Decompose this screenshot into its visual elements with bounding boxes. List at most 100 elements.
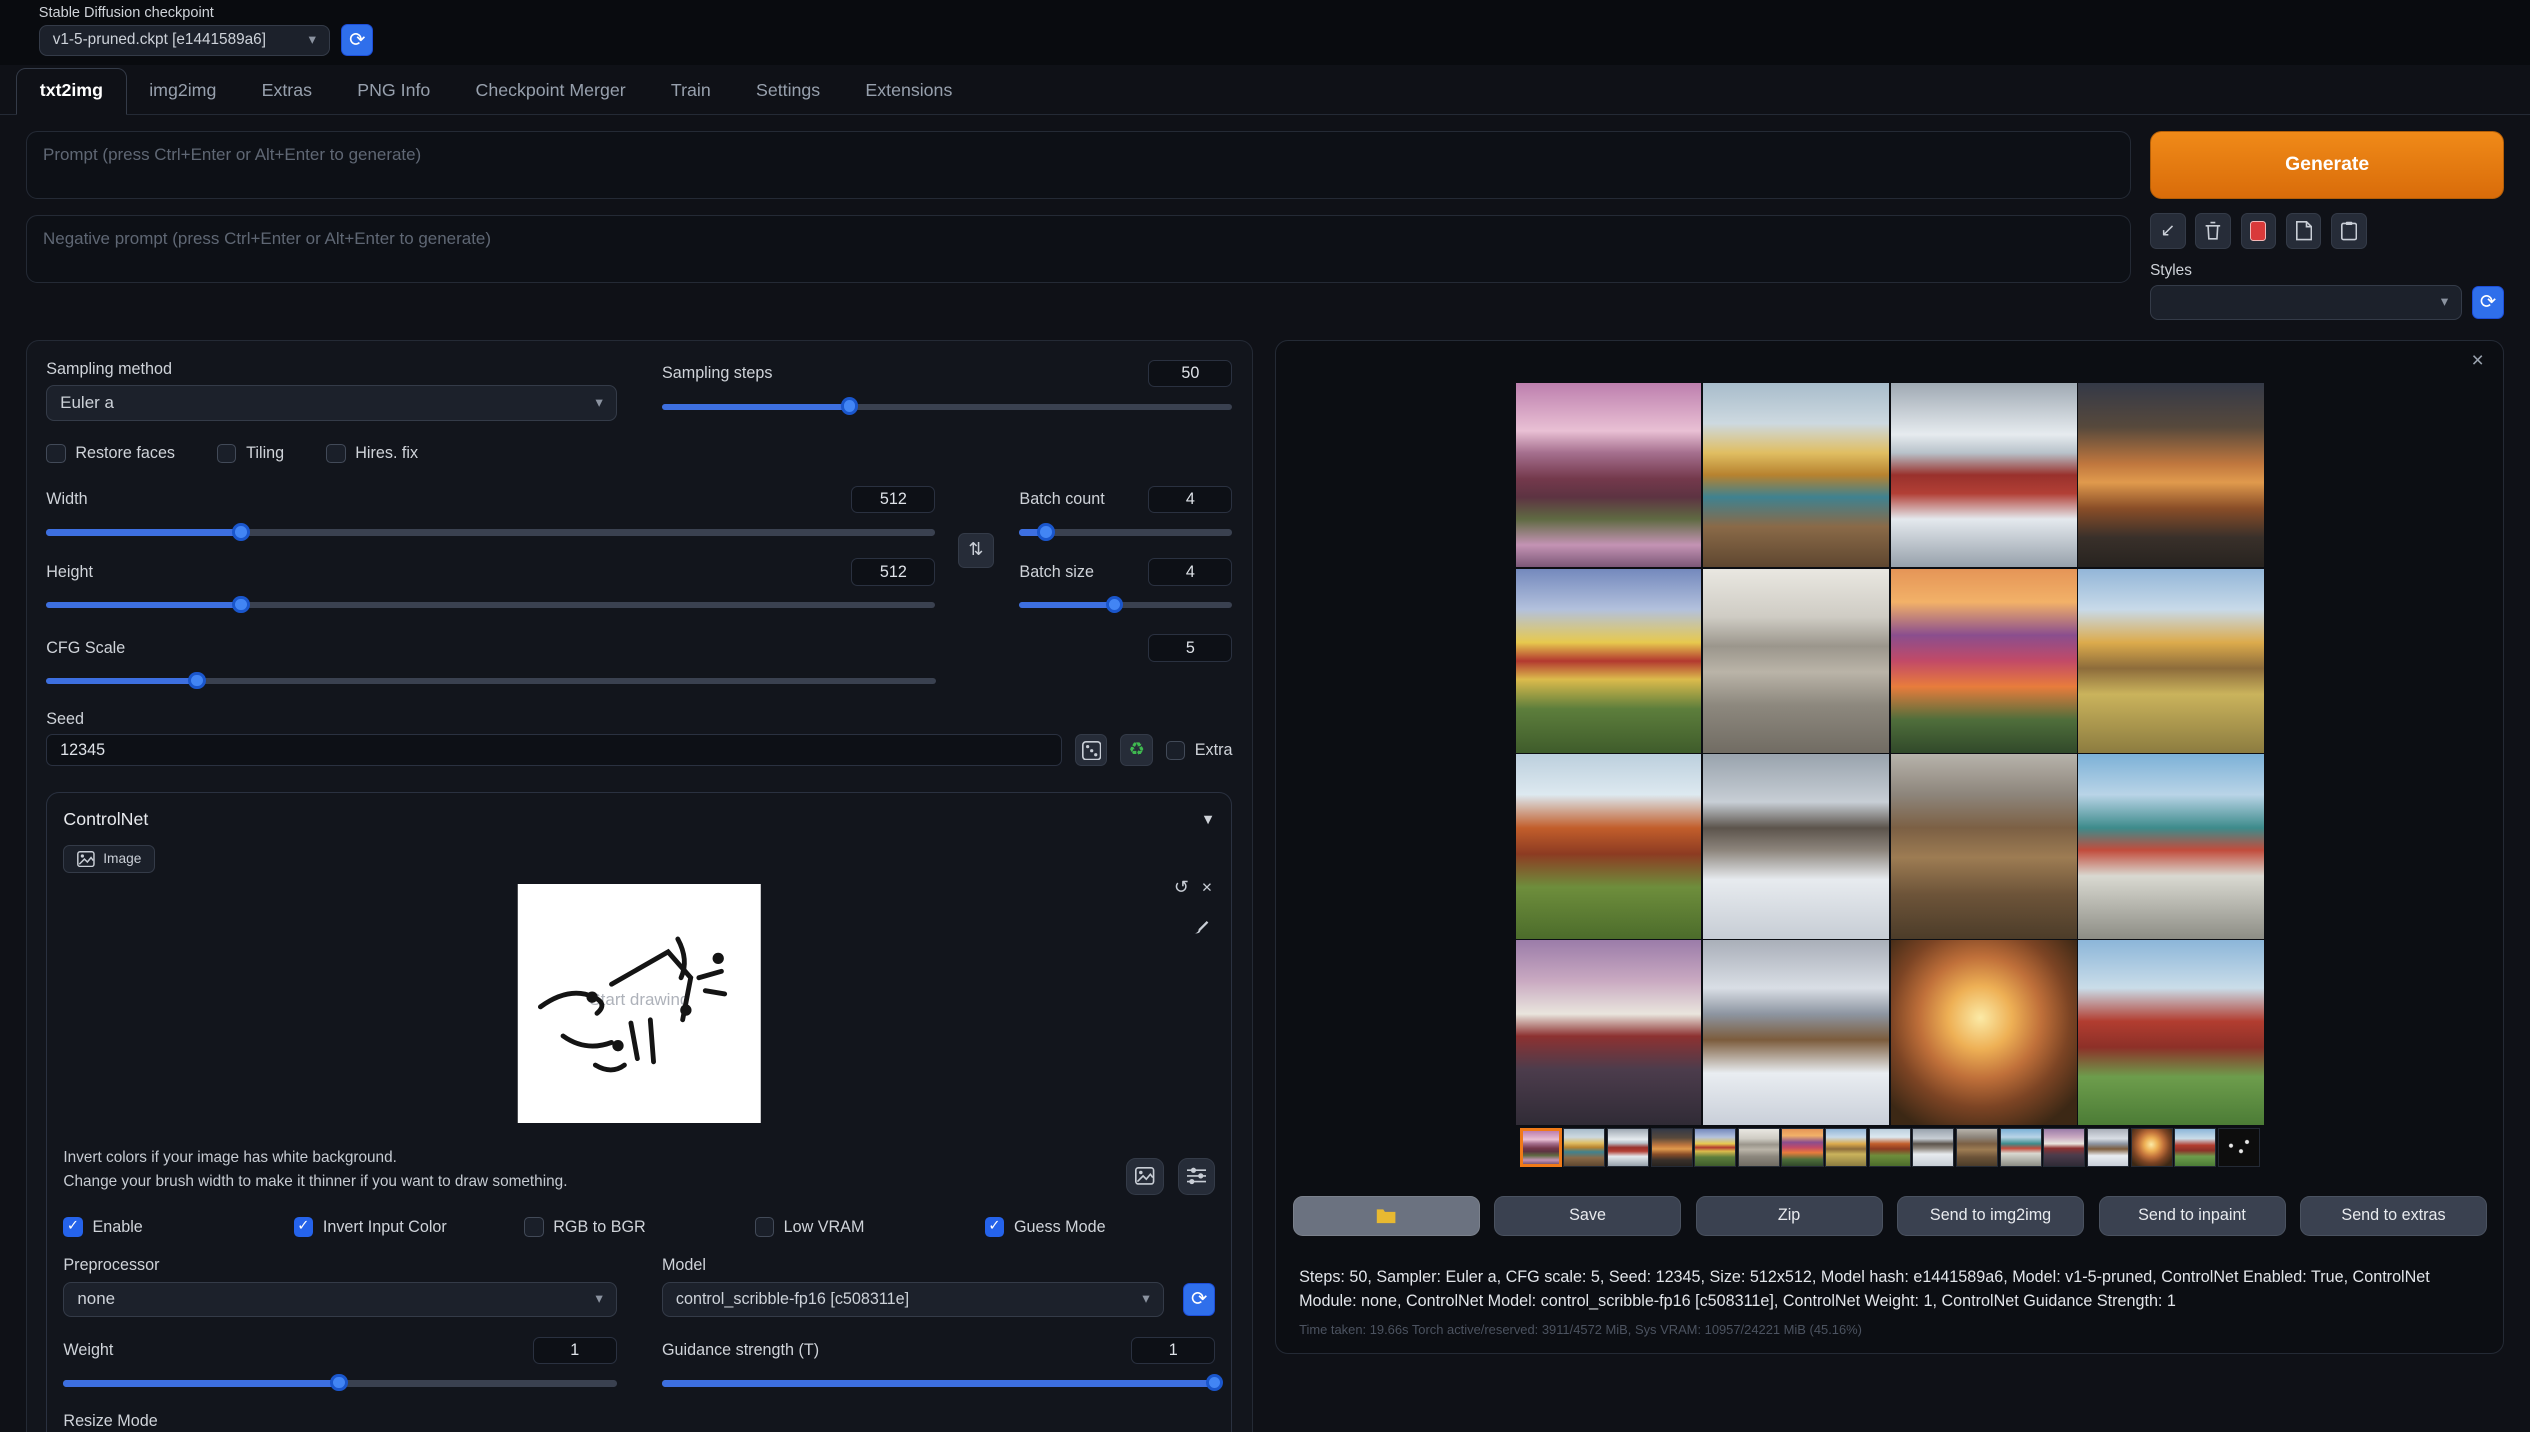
gallery-thumbnail[interactable] — [2174, 1128, 2216, 1167]
tab-img2img[interactable]: img2img — [127, 69, 239, 114]
sampling-method-select[interactable]: Euler a ▾ — [46, 385, 616, 421]
width-value[interactable] — [851, 486, 935, 513]
weight-value[interactable] — [533, 1337, 617, 1364]
height-value[interactable] — [851, 558, 935, 585]
clear-prompt-button[interactable] — [2195, 213, 2231, 249]
gallery-thumbnail[interactable] — [1781, 1128, 1823, 1167]
preprocessor-select[interactable]: none ▾ — [63, 1282, 616, 1318]
model-select[interactable]: control_scribble-fp16 [c508311e] ▾ — [662, 1282, 1164, 1318]
styles-select[interactable]: ▾ — [2150, 285, 2462, 321]
open-image-button[interactable] — [1126, 1158, 1163, 1195]
gallery-thumbnail[interactable] — [1956, 1128, 1998, 1167]
gallery-image[interactable] — [1516, 383, 1702, 567]
tab-txt2img[interactable]: txt2img — [16, 68, 126, 115]
gallery-thumbnail[interactable] — [1912, 1128, 1954, 1167]
gallery-thumbnail[interactable] — [1738, 1128, 1780, 1167]
save-style-button[interactable] — [2286, 213, 2322, 249]
refresh-styles-button[interactable]: ⟳ — [2472, 286, 2504, 318]
gallery-thumbnail-control-map[interactable] — [2218, 1128, 2260, 1167]
gallery-image[interactable] — [2078, 940, 2264, 1124]
rgb-to-bgr-checkbox[interactable]: RGB to BGR — [524, 1217, 754, 1236]
controlnet-header[interactable]: ControlNet ▼ — [63, 809, 1215, 830]
gallery-image[interactable] — [1891, 940, 2077, 1124]
gallery-thumbnail[interactable] — [1651, 1128, 1693, 1167]
gallery-thumbnail[interactable] — [2000, 1128, 2042, 1167]
guidance-strength-value[interactable] — [1131, 1337, 1215, 1364]
gallery-image[interactable] — [2078, 383, 2264, 567]
guess-mode-checkbox[interactable]: Guess Mode — [985, 1217, 1215, 1236]
prompt-input[interactable] — [26, 131, 2131, 199]
refresh-models-button[interactable]: ⟳ — [1183, 1283, 1215, 1315]
gallery-image[interactable] — [1703, 569, 1889, 753]
open-folder-button[interactable] — [1293, 1196, 1480, 1236]
seed-input[interactable] — [46, 734, 1062, 766]
reuse-seed-button[interactable]: ♻ — [1120, 734, 1152, 766]
hires-fix-checkbox[interactable]: Hires. fix — [326, 444, 418, 463]
copy-style-button[interactable] — [2331, 213, 2367, 249]
gallery-image[interactable] — [2078, 569, 2264, 753]
gallery-thumbnail[interactable] — [2131, 1128, 2173, 1167]
negative-prompt-input[interactable] — [26, 215, 2131, 283]
gallery-thumbnail[interactable] — [1563, 1128, 1605, 1167]
tab-settings[interactable]: Settings — [733, 69, 842, 114]
width-slider[interactable] — [46, 521, 935, 542]
gallery-image[interactable] — [1891, 569, 2077, 753]
tab-extensions[interactable]: Extensions — [843, 69, 975, 114]
gallery-image[interactable] — [1703, 940, 1889, 1124]
apply-style-button[interactable] — [2241, 213, 2277, 249]
save-button[interactable]: Save — [1494, 1196, 1681, 1236]
gallery-thumbnail[interactable] — [1869, 1128, 1911, 1167]
seed-extra-checkbox[interactable]: Extra — [1166, 741, 1233, 760]
tab-extras[interactable]: Extras — [239, 69, 335, 114]
invert-input-color-checkbox[interactable]: Invert Input Color — [294, 1217, 524, 1236]
tiling-checkbox[interactable]: Tiling — [217, 444, 284, 463]
gallery-thumbnail[interactable] — [1607, 1128, 1649, 1167]
gallery-thumbnail[interactable] — [1520, 1128, 1562, 1167]
send-to-img2img-button[interactable]: Send to img2img — [1897, 1196, 2084, 1236]
guidance-strength-slider[interactable] — [662, 1372, 1215, 1393]
close-icon[interactable]: × — [2471, 349, 2483, 373]
brush-icon[interactable] — [1193, 913, 1211, 942]
gallery-image[interactable] — [2078, 754, 2264, 938]
zip-button[interactable]: Zip — [1696, 1196, 1883, 1236]
cfg-scale-value[interactable] — [1148, 634, 1232, 661]
restore-faces-checkbox[interactable]: Restore faces — [46, 444, 175, 463]
tab-checkpoint-merger[interactable]: Checkpoint Merger — [453, 69, 648, 114]
sampling-steps-value[interactable] — [1148, 360, 1232, 387]
send-to-inpaint-button[interactable]: Send to inpaint — [2099, 1196, 2286, 1236]
refresh-checkpoints-button[interactable]: ⟳ — [341, 24, 373, 56]
paste-params-button[interactable]: ↙ — [2150, 213, 2186, 249]
gallery-image[interactable] — [1516, 940, 1702, 1124]
generate-button[interactable]: Generate — [2150, 131, 2504, 199]
controlnet-draw-canvas[interactable]: Start drawing — [518, 884, 760, 1123]
adjust-settings-button[interactable] — [1178, 1158, 1215, 1195]
swap-width-height-button[interactable]: ⇅ — [958, 533, 994, 569]
cfg-scale-slider[interactable] — [46, 670, 936, 691]
gallery-image[interactable] — [1703, 754, 1889, 938]
send-to-extras-button[interactable]: Send to extras — [2300, 1196, 2487, 1236]
gallery-thumbnail[interactable] — [1825, 1128, 1867, 1167]
close-icon[interactable]: × — [1202, 877, 1212, 898]
gallery-thumbnail[interactable] — [2087, 1128, 2129, 1167]
gallery-image[interactable] — [1891, 383, 2077, 567]
tab-train[interactable]: Train — [648, 69, 733, 114]
batch-count-value[interactable] — [1148, 486, 1232, 513]
gallery-image[interactable] — [1703, 383, 1889, 567]
batch-count-slider[interactable] — [1019, 521, 1232, 542]
height-slider[interactable] — [46, 594, 935, 615]
weight-slider[interactable] — [63, 1372, 616, 1393]
undo-icon[interactable]: ↺ — [1174, 877, 1189, 898]
sampling-steps-slider[interactable] — [662, 396, 1232, 417]
checkpoint-select[interactable]: v1-5-pruned.ckpt [e1441589a6] ▾ — [39, 25, 330, 56]
gallery-thumbnail[interactable] — [1694, 1128, 1736, 1167]
low-vram-checkbox[interactable]: Low VRAM — [755, 1217, 985, 1236]
gallery-image[interactable] — [1516, 754, 1702, 938]
gallery-image[interactable] — [1516, 569, 1702, 753]
batch-size-value[interactable] — [1148, 558, 1232, 585]
batch-size-slider[interactable] — [1019, 594, 1232, 615]
gallery-image[interactable] — [1891, 754, 2077, 938]
tab-png-info[interactable]: PNG Info — [335, 69, 453, 114]
gallery-thumbnail[interactable] — [2043, 1128, 2085, 1167]
controlnet-enable-checkbox[interactable]: Enable — [63, 1217, 293, 1236]
controlnet-image-tab[interactable]: Image — [63, 845, 155, 873]
